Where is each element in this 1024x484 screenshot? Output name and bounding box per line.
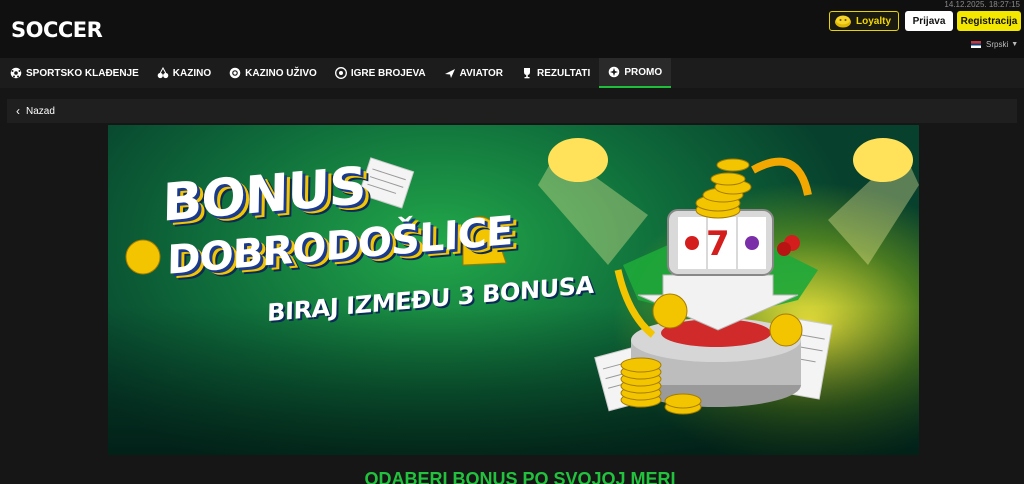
nav-item-sports-betting[interactable]: SPORTSKO KLAĐENJE [0,58,148,88]
nav-label: KAZINO [172,67,212,79]
language-selector[interactable]: Srpski ▼ [971,40,1018,49]
lottery-ball-icon [334,67,347,79]
soccer-ball-icon [10,67,22,79]
nav-item-promo[interactable]: PROMO [599,58,672,88]
loyalty-coin-icon [835,15,851,28]
nav-item-aviator[interactable]: AVIATOR [435,58,512,88]
current-datetime: 14.12.2025. 18:27:15 [944,0,1020,9]
svg-text:7: 7 [706,224,730,264]
nav-label: AVIATOR [459,67,503,79]
logo-text: SOCCER [11,18,103,42]
nav-label: IGRE BROJEVA [350,67,426,79]
back-link[interactable]: Nazad [26,106,55,117]
main-nav: SPORTSKO KLAĐENJE KAZINO KAZINO UŽIVO IG… [0,58,1024,88]
chevron-down-icon: ▼ [1011,41,1019,48]
nav-item-live-casino[interactable]: KAZINO UŽIVO [220,58,326,88]
nav-item-results[interactable]: REZULTATI [512,58,599,88]
chevron-left-icon[interactable]: ‹ [16,104,20,118]
site-logo[interactable]: SOCCER [11,17,103,43]
register-button[interactable]: Registracija [957,11,1021,31]
gift-icon [609,66,620,78]
nav-item-number-games[interactable]: IGRE BROJEVA [326,58,435,88]
top-header: SOCCER 14.12.2025. 18:27:15 Loyalty Prij… [0,0,1024,58]
loyalty-button[interactable]: Loyalty [829,11,899,31]
nav-item-casino[interactable]: KAZINO [148,58,220,88]
nav-label: PROMO [624,66,663,78]
back-bar: ‹ Nazad [7,99,1017,123]
nav-label: KAZINO UŽIVO [245,67,317,79]
login-button[interactable]: Prijava [905,11,953,31]
cherries-icon [157,67,169,79]
promo-banner[interactable]: 7 BONUS DOBRODOŠLICE BIRAJ IZMEĐU 3 BONU… [108,125,919,455]
plane-icon [444,69,455,78]
chip-icon [229,67,241,79]
language-label: Srpski [986,40,1009,49]
nav-label: SPORTSKO KLAĐENJE [26,67,139,79]
serbia-flag-icon [971,41,981,48]
trophy-icon [524,68,530,79]
loyalty-label: Loyalty [856,15,892,27]
nav-label: REZULTATI [537,67,591,79]
